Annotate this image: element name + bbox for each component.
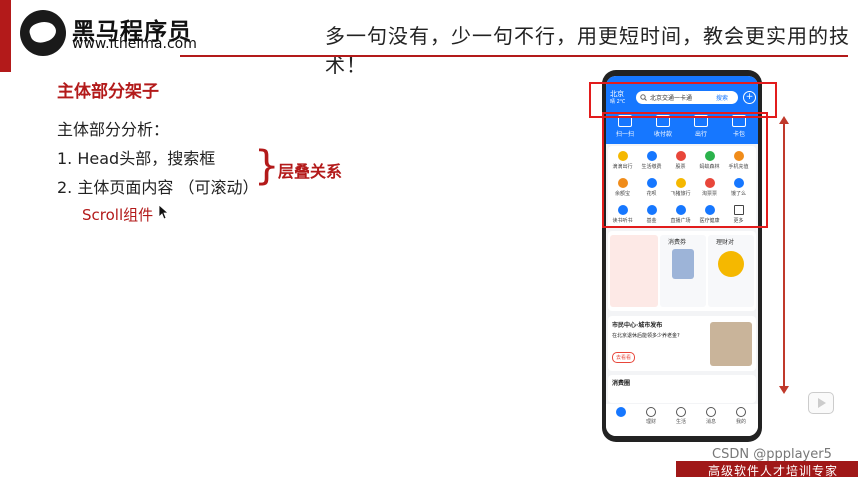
consume-section: 消费圈 xyxy=(608,375,756,403)
play-icon[interactable] xyxy=(808,392,834,414)
news-card[interactable]: 市民中心·城市发布 在北京退休后能领多少养老金? 去看看 xyxy=(608,316,756,371)
alipay-icon xyxy=(616,407,626,417)
footer-tagline: 高级软件人才培训专家 xyxy=(708,464,839,478)
promo-cards: 消费券 理财对 xyxy=(608,231,756,311)
header-divider xyxy=(180,55,848,57)
section-title: 主体部分架子 xyxy=(57,82,159,102)
card-title: 消费券 xyxy=(668,239,687,246)
tab-label: 生活 xyxy=(675,419,686,425)
tab-finance[interactable]: 理财 xyxy=(636,404,666,425)
tab-label: 我的 xyxy=(735,419,746,425)
analysis-item-2: 2. 主体页面内容 （可滚动） xyxy=(57,178,259,197)
news-text: 在北京退休后能领多少养老金? xyxy=(612,333,680,339)
card-title: 理财对 xyxy=(716,239,735,246)
watermark: CSDN @ppplayer5 xyxy=(712,447,832,462)
scroll-range-line xyxy=(783,122,785,388)
life-icon xyxy=(676,407,686,417)
tab-messages[interactable]: 消息 xyxy=(696,404,726,425)
consume-title: 消费圈 xyxy=(612,380,631,387)
slogan: 多一句没有，少一句不行，用更短时间，教会更实用的技术！ xyxy=(325,24,850,77)
promo-card-left[interactable] xyxy=(610,235,658,307)
brace-icon: } xyxy=(254,143,280,189)
horse-logo-icon xyxy=(20,10,66,56)
tab-label: 理财 xyxy=(645,419,656,425)
tab-home[interactable] xyxy=(606,404,636,418)
message-icon xyxy=(706,407,716,417)
phone-product-icon xyxy=(672,249,694,279)
body-highlight-box xyxy=(602,112,768,228)
news-button[interactable]: 去看看 xyxy=(612,352,636,363)
brand-url: www.itheima.com xyxy=(72,36,197,52)
promo-card-mid[interactable]: 消费券 xyxy=(660,235,706,307)
tab-label: 消息 xyxy=(705,419,716,425)
finance-icon xyxy=(646,407,656,417)
analysis-heading: 主体部分分析： xyxy=(57,120,170,139)
coin-icon xyxy=(718,251,744,277)
user-icon xyxy=(736,407,746,417)
mouse-cursor-icon xyxy=(158,204,170,220)
tab-me[interactable]: 我的 xyxy=(726,404,756,425)
stack-relation-label: 层叠关系 xyxy=(278,162,343,181)
analysis-item-1: 1. Head头部，搜索框 xyxy=(57,149,216,168)
promo-card-right[interactable]: 理财对 xyxy=(708,235,754,307)
tab-bar: 理财 生活 消息 我的 xyxy=(606,404,758,436)
arrow-down-icon xyxy=(779,386,789,394)
news-title: 市民中心·城市发布 xyxy=(612,322,663,329)
left-accent-bar xyxy=(0,0,11,72)
tab-life[interactable]: 生活 xyxy=(666,404,696,425)
scroll-component-label: Scroll组件 xyxy=(82,206,154,224)
elderly-photo-icon xyxy=(710,322,752,366)
